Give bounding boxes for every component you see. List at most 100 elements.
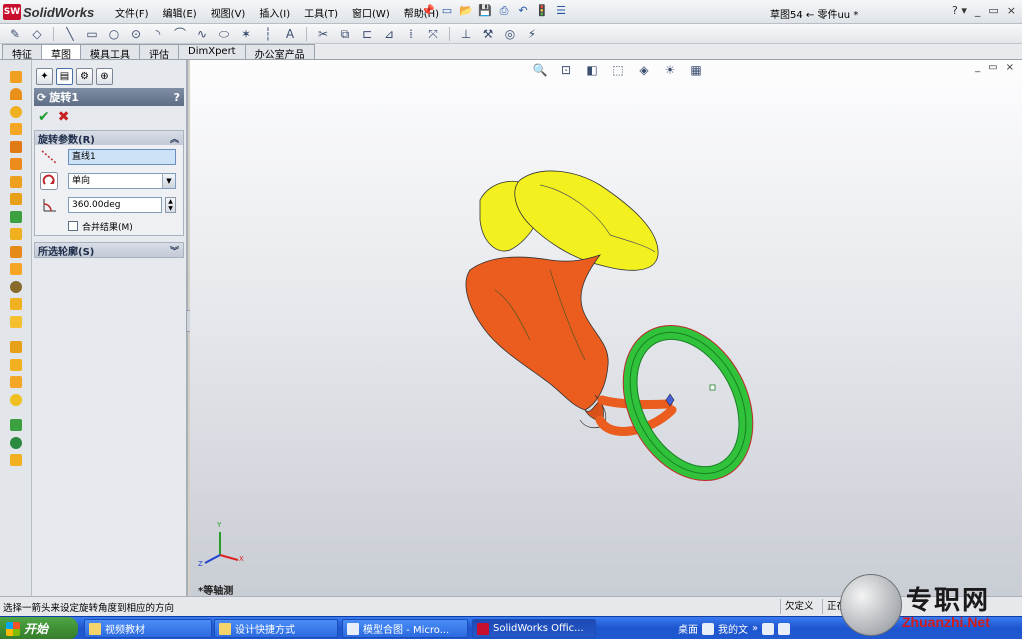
center-circle-icon[interactable]: ⊙ xyxy=(127,26,145,42)
repair-sketch-icon[interactable]: ⚒ xyxy=(479,26,497,42)
collapse-chevron-icon[interactable]: ︽ xyxy=(170,132,179,145)
menu-insert[interactable]: 插入(I) xyxy=(258,5,291,20)
sketch-icon[interactable]: ✎ xyxy=(6,26,24,42)
start-button[interactable]: 开始 xyxy=(0,617,78,639)
help-button[interactable]: ? xyxy=(174,91,180,104)
taskbar-item-shortcuts[interactable]: 设计快捷方式 xyxy=(214,619,338,638)
text-icon[interactable]: A xyxy=(281,26,299,42)
revolve-params-header[interactable]: 旋转参数(R) ︽ xyxy=(35,131,183,146)
tab-evaluate[interactable]: 评估 xyxy=(139,44,179,61)
arc-icon[interactable]: ◝ xyxy=(149,26,167,42)
circle-icon[interactable]: ○ xyxy=(105,26,123,42)
tray-expand-icon[interactable]: » xyxy=(752,623,758,634)
spline-icon[interactable]: ∿ xyxy=(193,26,211,42)
undo-icon[interactable]: ↶ xyxy=(515,3,531,19)
reference-axis-icon[interactable] xyxy=(0,356,32,374)
model-viewport[interactable] xyxy=(190,60,1022,596)
chamfer-icon[interactable] xyxy=(0,226,32,244)
yellow-seat-body[interactable] xyxy=(479,170,659,271)
extruded-boss-icon[interactable] xyxy=(0,68,32,86)
revolve-type-select[interactable]: 单向 ▼ xyxy=(68,173,176,189)
tab-features[interactable]: 特征 xyxy=(2,44,42,61)
angle-input[interactable]: 360.00deg xyxy=(68,197,162,213)
help-tray-icon[interactable] xyxy=(778,622,791,635)
shell-icon[interactable] xyxy=(0,261,32,279)
close-icon[interactable]: × xyxy=(1007,4,1016,17)
tray-desktop-label[interactable]: 桌面 xyxy=(678,621,698,636)
offset-icon[interactable]: ⊏ xyxy=(358,26,376,42)
linear-pattern-icon[interactable]: ⁞ xyxy=(402,26,420,42)
lofted-boss-icon[interactable] xyxy=(0,121,32,139)
dimxpert-manager-tab-icon[interactable]: ⊕ xyxy=(96,68,113,85)
instant3d-icon[interactable] xyxy=(0,417,32,435)
tab-sketch[interactable]: 草图 xyxy=(41,44,81,61)
taskbar-item-solidworks[interactable]: SolidWorks Offic... xyxy=(472,619,596,638)
reference-plane-icon[interactable] xyxy=(0,339,32,357)
tab-office-products[interactable]: 办公室产品 xyxy=(244,44,315,61)
revolved-cut-icon[interactable] xyxy=(0,156,32,174)
options-icon[interactable]: ☰ xyxy=(553,3,569,19)
extruded-cut-icon[interactable] xyxy=(0,138,32,156)
mirror-icon[interactable]: ⊿ xyxy=(380,26,398,42)
input-method-icon[interactable] xyxy=(762,622,775,635)
smart-dimension-icon[interactable]: ◇ xyxy=(28,26,46,42)
tangent-arc-icon[interactable]: ⌒ xyxy=(171,26,189,42)
new-file-icon[interactable]: ▭ xyxy=(439,3,455,19)
rapid-sketch-icon[interactable]: ⚡ xyxy=(523,26,541,42)
linear-pattern-icon[interactable] xyxy=(0,434,32,452)
rib-icon[interactable] xyxy=(0,243,32,261)
tab-dimxpert[interactable]: DimXpert xyxy=(178,44,246,59)
help-icon[interactable]: ? ▾ xyxy=(952,4,967,17)
taskbar-item-word[interactable]: 模型合图 - Micro... xyxy=(342,619,468,638)
minimize-icon[interactable]: _ xyxy=(975,4,981,17)
fillet-icon[interactable] xyxy=(0,208,32,226)
feature-manager-tab-icon[interactable]: ✦ xyxy=(36,68,53,85)
move-entities-icon[interactable]: ⤧ xyxy=(424,26,442,42)
revolved-boss-icon[interactable] xyxy=(0,86,32,104)
chevron-down-icon[interactable]: ▼ xyxy=(162,174,175,188)
centerline-icon[interactable]: ┆ xyxy=(259,26,277,42)
tab-mold-tools[interactable]: 模具工具 xyxy=(80,44,140,61)
ok-checkmark-icon[interactable]: ✔ xyxy=(38,109,50,125)
coordinate-system-icon[interactable] xyxy=(0,374,32,392)
draft-icon[interactable] xyxy=(0,278,32,296)
menu-view[interactable]: 视图(V) xyxy=(210,5,247,20)
print-icon[interactable]: ⎙ xyxy=(496,3,512,19)
desktop-icon[interactable] xyxy=(702,622,714,635)
pin-icon[interactable]: 📌 xyxy=(420,3,436,19)
open-file-icon[interactable]: 📂 xyxy=(458,3,474,19)
ellipse-icon[interactable]: ⬭ xyxy=(215,26,233,42)
trim-icon[interactable]: ✂ xyxy=(314,26,332,42)
display-relations-icon[interactable]: ⊥ xyxy=(457,26,475,42)
graphics-area[interactable]: 🔍 ⊡ ◧ ⬚ ◈ ☀ ▦ _ ▭ × Y X Z *等轴测 xyxy=(190,60,1022,596)
sketch-point-handle[interactable] xyxy=(709,384,716,391)
swept-cut-icon[interactable] xyxy=(0,173,32,191)
taskbar-item-video[interactable]: 视频教材 xyxy=(84,619,212,638)
cancel-x-icon[interactable]: ✖ xyxy=(58,109,70,125)
swept-boss-icon[interactable] xyxy=(0,103,32,121)
convert-entities-icon[interactable]: ⧉ xyxy=(336,26,354,42)
save-icon[interactable]: 💾 xyxy=(477,3,493,19)
restore-icon[interactable]: ▭ xyxy=(988,4,998,17)
reverse-direction-icon[interactable] xyxy=(40,172,58,190)
wrap-icon[interactable] xyxy=(0,313,32,331)
quick-snaps-icon[interactable]: ◎ xyxy=(501,26,519,42)
selected-contours-header[interactable]: 所选轮廓(S) ︾ xyxy=(35,243,183,258)
configuration-manager-tab-icon[interactable]: ⚙ xyxy=(76,68,93,85)
menu-file[interactable]: 文件(F) xyxy=(114,5,150,20)
mirror-feature-icon[interactable] xyxy=(0,452,32,470)
menu-tools[interactable]: 工具(T) xyxy=(303,5,339,20)
point-icon[interactable]: ✶ xyxy=(237,26,255,42)
angle-spin-buttons[interactable]: ▲ ▼ xyxy=(165,197,176,213)
menu-edit[interactable]: 编辑(E) xyxy=(162,5,198,20)
expand-chevron-icon[interactable]: ︾ xyxy=(170,244,179,257)
curves-icon[interactable] xyxy=(0,391,32,409)
menu-window[interactable]: 窗口(W) xyxy=(351,5,391,20)
merge-result-label[interactable]: 合并结果(M) xyxy=(82,220,133,233)
dome-icon[interactable] xyxy=(0,296,32,314)
rectangle-icon[interactable]: ▭ xyxy=(83,26,101,42)
line-icon[interactable]: ╲ xyxy=(61,26,79,42)
property-manager-tab-icon[interactable]: ▤ xyxy=(56,68,73,85)
rebuild-icon[interactable]: 🚦 xyxy=(534,3,550,19)
tray-my-documents-label[interactable]: 我的文 xyxy=(718,621,748,636)
